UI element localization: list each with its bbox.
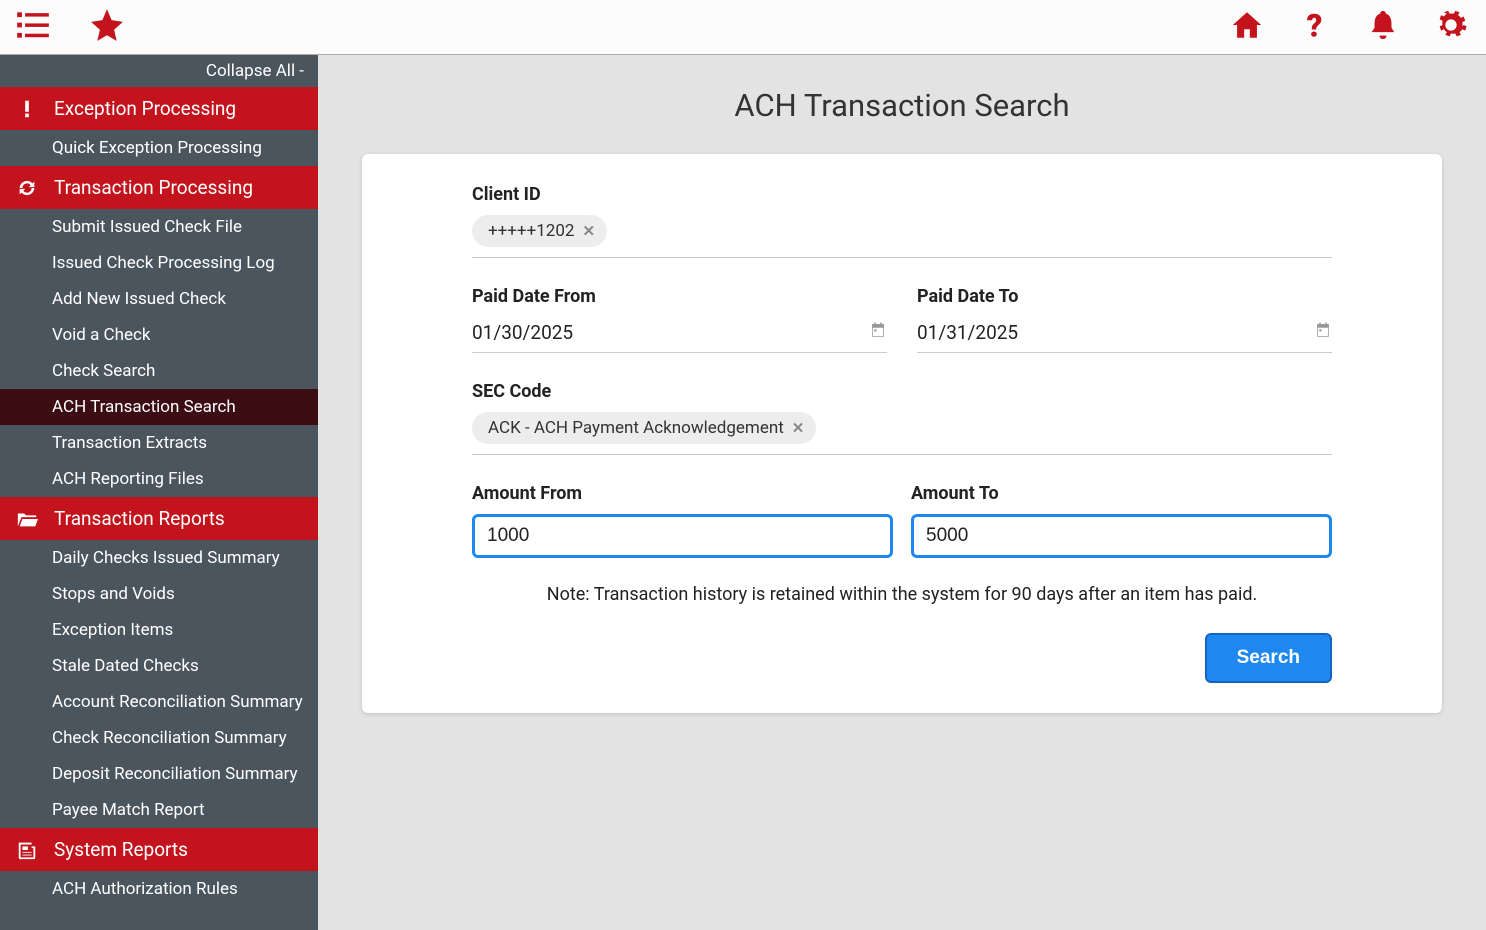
main-content: ACH Transaction Search Client ID +++++12…	[318, 55, 1486, 930]
nav-item-daily-checks-issued-summary[interactable]: Daily Checks Issued Summary	[0, 540, 318, 576]
form-actions: Search	[472, 633, 1332, 683]
page-title: ACH Transaction Search	[362, 55, 1442, 154]
nav-header-label: Exception Processing	[54, 97, 236, 120]
nav-header-transaction-processing[interactable]: Transaction Processing	[0, 166, 318, 209]
nav-header-transaction-reports[interactable]: Transaction Reports	[0, 497, 318, 540]
client-id-chip-text: +++++1202	[488, 221, 574, 241]
sec-code-field: SEC Code ACK - ACH Payment Acknowledgeme…	[472, 381, 1332, 455]
nav-header-label: System Reports	[54, 838, 188, 861]
nav-item-ach-reporting-files[interactable]: ACH Reporting Files	[0, 461, 318, 497]
calendar-icon[interactable]	[869, 321, 887, 344]
nav-item-payee-match-report[interactable]: Payee Match Report	[0, 792, 318, 828]
nav-item-account-reconciliation-summary[interactable]: Account Reconciliation Summary	[0, 684, 318, 720]
paid-date-from-value: 01/30/2025	[472, 321, 573, 344]
nav-item-submit-issued-check-file[interactable]: Submit Issued Check File	[0, 209, 318, 245]
close-icon[interactable]: ✕	[792, 419, 805, 437]
nav-item-ach-transaction-search[interactable]: ACH Transaction Search	[0, 389, 318, 425]
client-id-label: Client ID	[472, 184, 1332, 205]
nav-item-stops-and-voids[interactable]: Stops and Voids	[0, 576, 318, 612]
help-icon[interactable]: ?	[1298, 8, 1332, 46]
collapse-all-link[interactable]: Collapse All -	[0, 55, 318, 87]
paid-date-to-field: Paid Date To 01/31/2025	[917, 286, 1332, 353]
amount-from-field: Amount From	[472, 483, 893, 558]
nav-header-system-reports[interactable]: System Reports	[0, 828, 318, 871]
client-id-field: Client ID +++++1202 ✕	[472, 184, 1332, 258]
exclamation-icon	[14, 98, 40, 120]
folder-open-icon	[14, 508, 40, 530]
calendar-icon[interactable]	[1314, 321, 1332, 344]
newspaper-icon	[14, 839, 40, 861]
sec-code-chip[interactable]: ACK - ACH Payment Acknowledgement ✕	[472, 412, 816, 444]
refresh-icon	[14, 177, 40, 199]
nav-item-stale-dated-checks[interactable]: Stale Dated Checks	[0, 648, 318, 684]
paid-date-from-label: Paid Date From	[472, 286, 887, 307]
retention-note: Note: Transaction history is retained wi…	[472, 584, 1332, 605]
search-form-card: Client ID +++++1202 ✕ Paid Date From 01/…	[362, 154, 1442, 713]
topbar-left	[14, 6, 126, 48]
nav-item-issued-check-processing-log[interactable]: Issued Check Processing Log	[0, 245, 318, 281]
nav-header-label: Transaction Reports	[54, 507, 225, 530]
paid-date-from-input[interactable]: 01/30/2025	[472, 317, 887, 352]
search-button[interactable]: Search	[1205, 633, 1332, 683]
amount-to-label: Amount To	[911, 483, 1332, 504]
svg-text:?: ?	[1307, 8, 1323, 42]
nav-item-ach-authorization-rules[interactable]: ACH Authorization Rules	[0, 871, 318, 907]
close-icon[interactable]: ✕	[582, 222, 595, 240]
amount-from-label: Amount From	[472, 483, 893, 504]
gear-icon[interactable]	[1434, 8, 1468, 46]
nav-header-exception-processing[interactable]: Exception Processing	[0, 87, 318, 130]
paid-date-from-field: Paid Date From 01/30/2025	[472, 286, 887, 353]
amount-to-input[interactable]	[911, 514, 1332, 558]
nav-item-check-search[interactable]: Check Search	[0, 353, 318, 389]
star-icon[interactable]	[88, 6, 126, 48]
nav-item-exception-items[interactable]: Exception Items	[0, 612, 318, 648]
sec-code-chip-text: ACK - ACH Payment Acknowledgement	[488, 418, 784, 438]
top-bar: ?	[0, 0, 1486, 55]
nav-item-quick-exception-processing[interactable]: Quick Exception Processing	[0, 130, 318, 166]
amount-to-field: Amount To	[911, 483, 1332, 558]
client-id-chip[interactable]: +++++1202 ✕	[472, 215, 607, 247]
nav-item-transaction-extracts[interactable]: Transaction Extracts	[0, 425, 318, 461]
nav-item-add-new-issued-check[interactable]: Add New Issued Check	[0, 281, 318, 317]
nav-item-check-reconciliation-summary[interactable]: Check Reconciliation Summary	[0, 720, 318, 756]
topbar-right: ?	[1230, 8, 1468, 46]
menu-list-icon[interactable]	[14, 6, 52, 48]
nav-header-label: Transaction Processing	[54, 176, 253, 199]
amount-from-input[interactable]	[472, 514, 893, 558]
home-icon[interactable]	[1230, 8, 1264, 46]
sec-code-label: SEC Code	[472, 381, 1332, 402]
paid-date-to-label: Paid Date To	[917, 286, 1332, 307]
sidebar: Collapse All - Exception Processing Quic…	[0, 55, 318, 930]
nav-item-void-a-check[interactable]: Void a Check	[0, 317, 318, 353]
paid-date-to-input[interactable]: 01/31/2025	[917, 317, 1332, 352]
paid-date-to-value: 01/31/2025	[917, 321, 1018, 344]
nav-item-deposit-reconciliation-summary[interactable]: Deposit Reconciliation Summary	[0, 756, 318, 792]
bell-icon[interactable]	[1366, 8, 1400, 46]
